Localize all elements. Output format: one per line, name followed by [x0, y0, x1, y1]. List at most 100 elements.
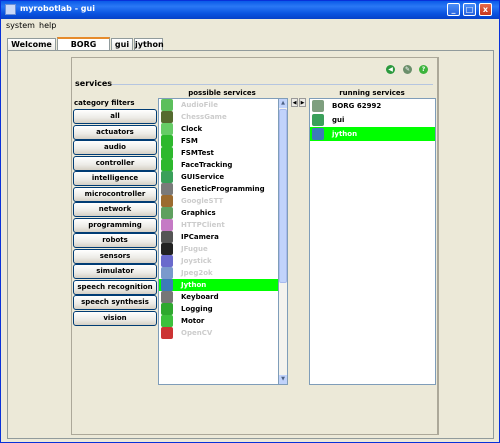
possible-service-row[interactable]: GoogleSTT: [159, 195, 279, 207]
scroll-down-icon[interactable]: ▼: [279, 375, 287, 384]
service-icon: [161, 255, 173, 267]
minimize-button[interactable]: _: [447, 3, 460, 16]
running-services-list[interactable]: BORG 62992 gui jython: [309, 98, 436, 385]
running-service-row[interactable]: jython: [310, 127, 435, 141]
category-speech-recognition-button[interactable]: speech recognition: [73, 279, 157, 295]
category-programming-button[interactable]: programming: [73, 217, 157, 233]
possible-service-row[interactable]: FaceTracking: [159, 159, 279, 171]
possible-service-row[interactable]: Joystick: [159, 255, 279, 267]
possible-service-label: AudioFile: [181, 101, 218, 109]
category-actuators-button[interactable]: actuators: [73, 124, 157, 140]
window-title: myrobotlab - gui: [20, 4, 95, 13]
running-service-row[interactable]: gui: [310, 113, 435, 127]
scroll-up-icon[interactable]: ▲: [279, 99, 287, 108]
service-icon: [161, 327, 173, 339]
pencil-icon[interactable]: ✎: [403, 65, 412, 74]
possible-service-label: Joystick: [181, 257, 212, 265]
service-icon: [312, 114, 324, 126]
category-microcontroller-button[interactable]: microcontroller: [73, 186, 157, 202]
service-icon: [161, 303, 173, 315]
category-sensors-button[interactable]: sensors: [73, 248, 157, 264]
menu-system[interactable]: system: [6, 21, 35, 30]
service-icon: [161, 231, 173, 243]
move-left-icon[interactable]: ◀: [291, 98, 298, 107]
possible-service-row[interactable]: Clock: [159, 123, 279, 135]
possible-service-label: FSMTest: [181, 149, 214, 157]
running-service-row[interactable]: BORG 62992: [310, 99, 435, 113]
tab-jython[interactable]: jython: [134, 38, 164, 50]
possible-service-row[interactable]: AudioFile: [159, 99, 279, 111]
possible-service-row[interactable]: Graphics: [159, 207, 279, 219]
possible-service-label: Jython: [181, 281, 207, 289]
tab-panel: ◀ ✎ ? services category filters all actu…: [7, 50, 494, 439]
question-icon[interactable]: ?: [419, 65, 428, 74]
service-icon: [161, 315, 173, 327]
possible-service-row[interactable]: ChessGame: [159, 111, 279, 123]
possible-service-row[interactable]: GUIService: [159, 171, 279, 183]
category-intelligence-button[interactable]: intelligence: [73, 171, 157, 186]
close-button[interactable]: x: [479, 3, 492, 16]
possible-services-list[interactable]: AudioFile ChessGame Clock FSM FSMTest FaceTra…: [158, 98, 280, 385]
tab-welcome[interactable]: Welcome: [7, 38, 56, 50]
possible-service-label: Logging: [181, 305, 213, 313]
category-speech-synthesis-button[interactable]: speech synthesis: [73, 295, 157, 310]
possible-service-label: FaceTracking: [181, 161, 233, 169]
move-right-icon[interactable]: ▶: [299, 98, 306, 107]
category-vision-button[interactable]: vision: [73, 310, 157, 326]
category-list: all actuators audio controller intellige…: [73, 109, 157, 326]
possible-service-label: HTTPClient: [181, 221, 225, 229]
possible-service-row[interactable]: JFugue: [159, 243, 279, 255]
title-bar[interactable]: myrobotlab - gui _ □ x: [1, 1, 499, 19]
possible-service-label: GoogleSTT: [181, 197, 224, 205]
possible-service-row[interactable]: Keyboard: [159, 291, 279, 303]
running-service-label: BORG 62992: [332, 102, 382, 110]
possible-service-label: IPCamera: [181, 233, 219, 241]
running-service-label: gui: [332, 116, 345, 124]
service-icon: [161, 183, 173, 195]
category-audio-button[interactable]: audio: [73, 140, 157, 155]
possible-service-row[interactable]: FSMTest: [159, 147, 279, 159]
service-icon: [161, 123, 173, 135]
service-icon: [161, 243, 173, 255]
service-icon: [161, 135, 173, 147]
possible-service-row[interactable]: Jython: [159, 279, 279, 291]
menu-help[interactable]: help: [39, 21, 56, 30]
service-icon: [312, 128, 324, 140]
possible-service-label: ChessGame: [181, 113, 227, 121]
scroll-thumb[interactable]: [279, 109, 287, 283]
possible-service-row[interactable]: OpenCV: [159, 327, 279, 339]
service-icon: [161, 195, 173, 207]
possible-service-row[interactable]: FSM: [159, 135, 279, 147]
category-controller-button[interactable]: controller: [73, 155, 157, 171]
possible-service-row[interactable]: Jpeg2ok: [159, 267, 279, 279]
panel-divider: [438, 57, 439, 435]
possible-service-row[interactable]: HTTPClient: [159, 219, 279, 231]
service-icon: [161, 147, 173, 159]
category-robots-button[interactable]: robots: [73, 233, 157, 248]
category-all-button[interactable]: all: [73, 109, 157, 124]
possible-service-row[interactable]: GeneticProgramming: [159, 183, 279, 195]
possible-service-row[interactable]: Motor: [159, 315, 279, 327]
possible-services-scrollbar[interactable]: ▲ ▼: [278, 98, 288, 385]
category-network-button[interactable]: network: [73, 202, 157, 217]
category-simulator-button[interactable]: simulator: [73, 264, 157, 279]
service-icon: [161, 171, 173, 183]
tab-borg[interactable]: BORG 62992: [57, 37, 110, 60]
service-icon: [312, 100, 324, 112]
service-icon: [161, 207, 173, 219]
possible-service-label: Graphics: [181, 209, 216, 217]
service-icon: [161, 267, 173, 279]
possible-service-label: Clock: [181, 125, 203, 133]
transfer-buttons: ◀ ▶: [291, 98, 307, 108]
running-service-label: jython: [332, 130, 358, 138]
maximize-button[interactable]: □: [463, 3, 476, 16]
tab-gui[interactable]: gui: [111, 38, 133, 50]
possible-service-row[interactable]: IPCamera: [159, 231, 279, 243]
service-icon: [161, 219, 173, 231]
green-arrow-icon[interactable]: ◀: [386, 65, 395, 74]
possible-service-label: Motor: [181, 317, 205, 325]
service-icon: [161, 291, 173, 303]
menu-bar: system help: [1, 19, 499, 33]
possible-service-label: OpenCV: [181, 329, 213, 337]
possible-service-row[interactable]: Logging: [159, 303, 279, 315]
